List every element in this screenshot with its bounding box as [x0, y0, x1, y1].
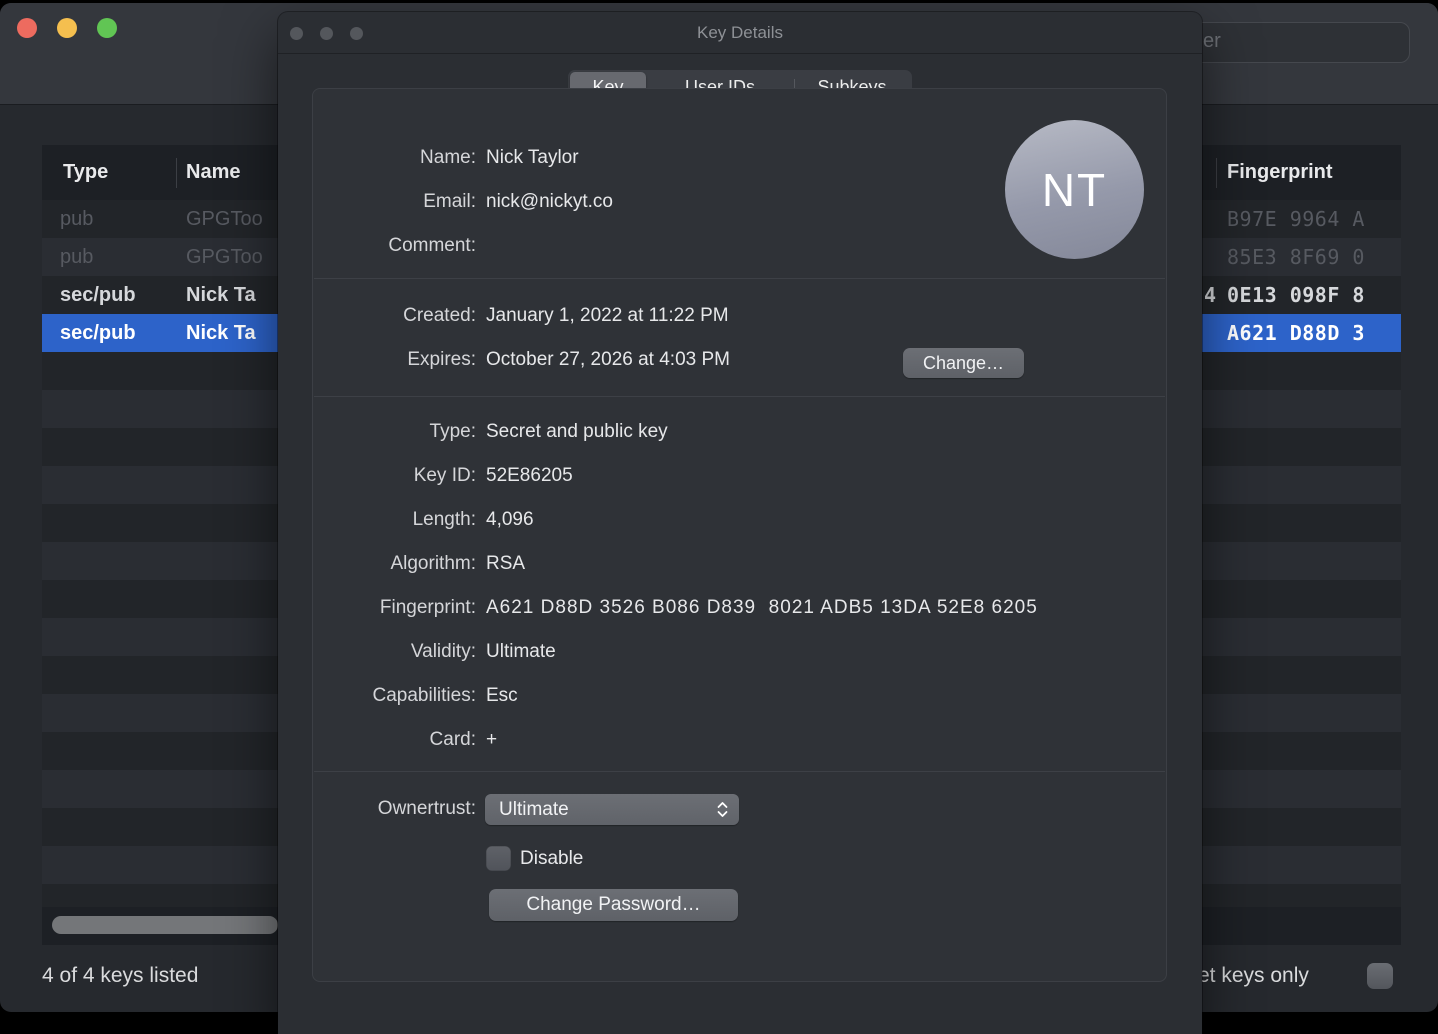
table-row[interactable]: 85E3 8F69 0: [1202, 238, 1401, 276]
ownertrust-select[interactable]: Ultimate: [485, 794, 739, 825]
section-divider: [314, 396, 1165, 397]
cell-name: GPGToo: [186, 238, 263, 276]
field-value: October 27, 2026 at 4:03 PM: [486, 347, 730, 373]
field-label: Card:: [313, 727, 476, 753]
table-row-selected[interactable]: A621 D88D 3: [1202, 314, 1401, 352]
cell-fingerprint: 0E13 098F 8: [1227, 276, 1365, 314]
cell-type: pub: [60, 200, 93, 238]
gpg-keychain-screen: er Type Name pub GPGToo pub GPGToo s: [0, 0, 1438, 1034]
table-row[interactable]: sec/pub Nick Ta: [42, 276, 278, 314]
field-value: Secret and public key: [486, 419, 668, 445]
field-label: Key ID:: [313, 463, 476, 489]
field-label: Validity:: [313, 639, 476, 665]
field-value: RSA: [486, 551, 525, 577]
field-row-expires: Expires: October 27, 2026 at 4:03 PM: [313, 347, 1166, 373]
field-label: Created:: [313, 303, 476, 329]
field-row-fingerprint: Fingerprint: A621 D88D 3526 B086 D839 80…: [313, 595, 1166, 621]
column-header-type[interactable]: Type: [63, 145, 108, 200]
zoom-window-button[interactable]: [97, 18, 117, 38]
field-label: Algorithm:: [313, 551, 476, 577]
key-details-panel: NT Name: Nick Taylor Email: nick@nickyt.…: [312, 88, 1167, 982]
field-label: Email:: [313, 189, 476, 215]
change-password-button[interactable]: Change Password…: [489, 889, 738, 921]
ownertrust-selected-value: Ultimate: [499, 794, 569, 825]
table-row[interactable]: pub GPGToo: [42, 238, 278, 276]
keys-count-status: 4 of 4 keys listed: [42, 964, 198, 988]
table-body: pub GPGToo pub GPGToo sec/pub Nick Ta se…: [42, 200, 278, 907]
field-value: Ultimate: [486, 639, 556, 665]
field-row-type: Type: Secret and public key: [313, 419, 1166, 445]
cell-type: pub: [60, 238, 93, 276]
window-controls: [17, 18, 117, 38]
field-label: Capabilities:: [313, 683, 476, 709]
table-row-selected[interactable]: sec/pub Nick Ta: [42, 314, 278, 352]
table-row[interactable]: pub GPGToo: [42, 200, 278, 238]
chevron-up-down-icon: [716, 801, 729, 818]
field-label: Name:: [313, 145, 476, 171]
field-row-name: Name: Nick Taylor: [313, 145, 1166, 171]
table-header: Type Name: [42, 145, 278, 200]
column-header-name[interactable]: Name: [186, 145, 240, 200]
minimize-window-button[interactable]: [57, 18, 77, 38]
cell-type: sec/pub: [60, 276, 136, 314]
field-label: Ownertrust:: [313, 796, 476, 822]
change-expiry-button[interactable]: Change…: [903, 348, 1024, 378]
secret-keys-only-checkbox[interactable]: [1367, 963, 1393, 989]
keys-table-left: Type Name pub GPGToo pub GPGToo sec/pub …: [42, 145, 278, 945]
search-placeholder-fragment: er: [1203, 30, 1221, 53]
table-header: Fingerprint: [1202, 145, 1401, 200]
modal-titlebar: Key Details: [278, 12, 1202, 54]
field-label: Expires:: [313, 347, 476, 373]
table-body: B97E 9964 A 85E3 8F69 0 4 0E13 098F 8 A6…: [1202, 200, 1401, 907]
cell-fragment: 4: [1204, 276, 1216, 314]
field-row-card: Card: +: [313, 727, 1166, 753]
field-value: +: [486, 727, 497, 753]
field-value: 4,096: [486, 507, 534, 533]
field-row-algorithm: Algorithm: RSA: [313, 551, 1166, 577]
cell-fingerprint: B97E 9964 A: [1227, 200, 1365, 238]
cell-name: GPGToo: [186, 200, 263, 238]
keys-table-right: Fingerprint B97E 9964 A 85E3 8F69 0 4 0E…: [1202, 145, 1401, 945]
field-row-key-id: Key ID: 52E86205: [313, 463, 1166, 489]
cell-fingerprint: 85E3 8F69 0: [1227, 238, 1365, 276]
table-row[interactable]: 4 0E13 098F 8: [1202, 276, 1401, 314]
close-window-button[interactable]: [17, 18, 37, 38]
field-value: A621 D88D 3526 B086 D839 8021 ADB5 13DA …: [486, 595, 1038, 621]
field-row-comment: Comment:: [313, 233, 1166, 259]
field-row-length: Length: 4,096: [313, 507, 1166, 533]
key-details-window: Key Details Key User IDs Subkeys NT Name…: [278, 12, 1202, 1034]
disable-checkbox[interactable]: [486, 846, 511, 871]
field-label: Comment:: [313, 233, 476, 259]
horizontal-scrollbar[interactable]: [42, 907, 278, 945]
column-divider[interactable]: [176, 158, 177, 188]
field-label: Type:: [313, 419, 476, 445]
field-row-validity: Validity: Ultimate: [313, 639, 1166, 665]
cell-fingerprint: A621 D88D 3: [1227, 314, 1365, 352]
field-label: Length:: [313, 507, 476, 533]
secret-keys-only-label-fragment: ret keys only: [1191, 964, 1309, 988]
field-row-created: Created: January 1, 2022 at 11:22 PM: [313, 303, 1166, 329]
cell-type: sec/pub: [60, 314, 136, 352]
column-divider[interactable]: [1216, 158, 1217, 188]
cell-name: Nick Ta: [186, 276, 256, 314]
field-value: Nick Taylor: [486, 145, 579, 171]
scrollbar-thumb[interactable]: [52, 916, 278, 934]
column-header-fingerprint[interactable]: Fingerprint: [1227, 145, 1333, 200]
field-row-capabilities: Capabilities: Esc: [313, 683, 1166, 709]
field-value: 52E86205: [486, 463, 573, 489]
horizontal-scrollbar[interactable]: [1202, 907, 1401, 945]
field-value: January 1, 2022 at 11:22 PM: [486, 303, 729, 329]
field-label: Fingerprint:: [313, 595, 476, 621]
field-value: Esc: [486, 683, 518, 709]
field-value: nick@nickyt.co: [486, 189, 613, 215]
section-divider: [314, 278, 1165, 279]
modal-title: Key Details: [278, 12, 1202, 53]
section-divider: [314, 771, 1165, 772]
table-row[interactable]: B97E 9964 A: [1202, 200, 1401, 238]
cell-name: Nick Ta: [186, 314, 256, 352]
disable-checkbox-label: Disable: [520, 846, 583, 871]
field-row-ownertrust: Ownertrust:: [313, 796, 1166, 822]
field-row-email: Email: nick@nickyt.co: [313, 189, 1166, 215]
